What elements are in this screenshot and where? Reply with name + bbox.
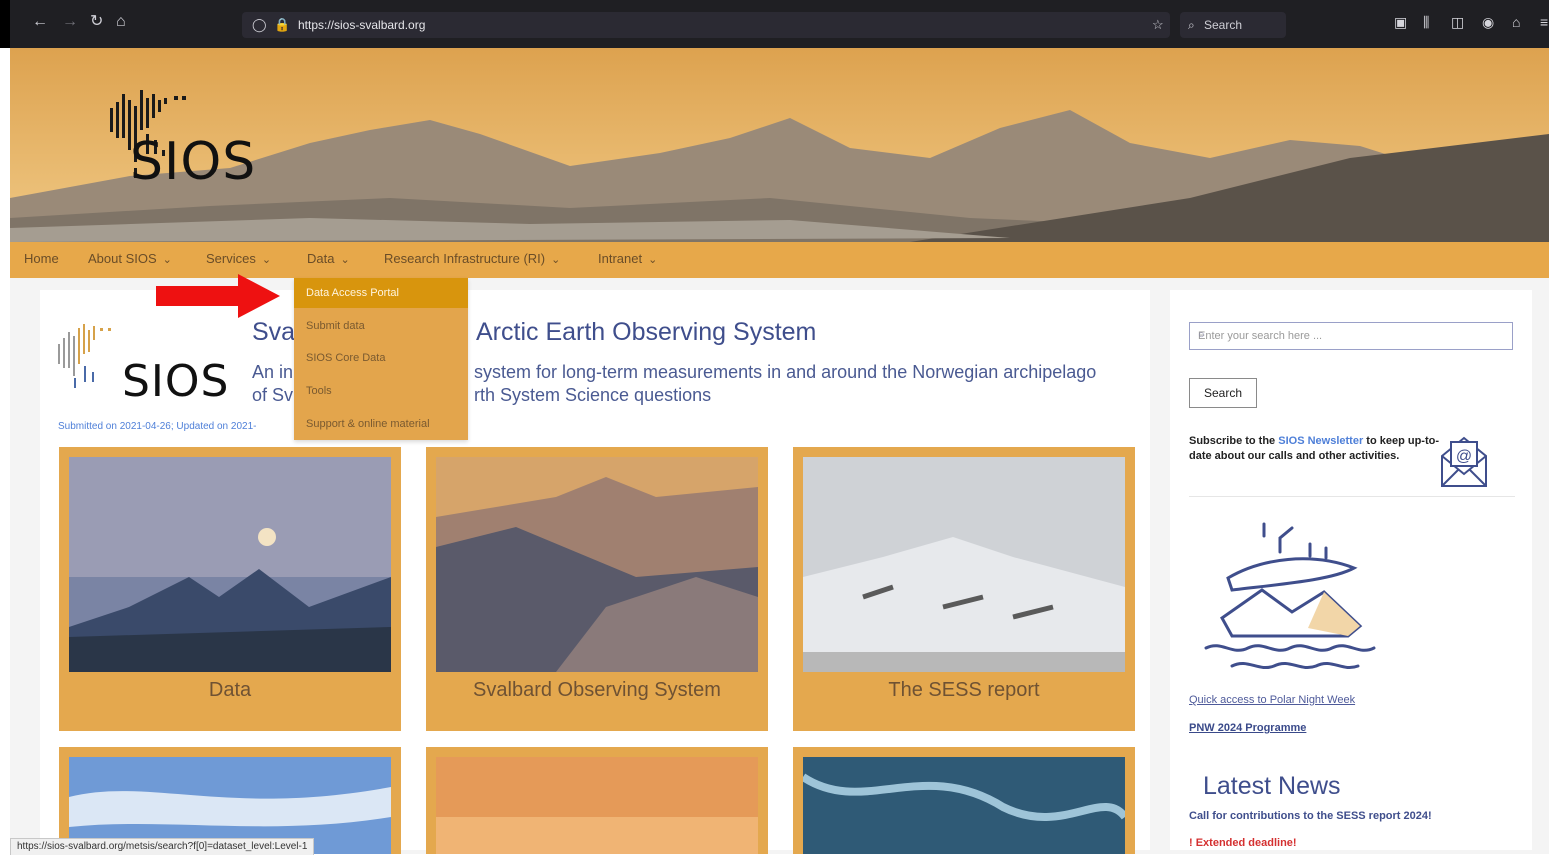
subtitle-line2-right: rth System Science questions: [474, 385, 712, 405]
svg-text:@: @: [1456, 448, 1472, 465]
sidebar-icon[interactable]: ◫: [1451, 15, 1464, 29]
pocket-icon[interactable]: ▣: [1394, 15, 1407, 29]
forward-icon[interactable]: →: [62, 14, 78, 30]
nav-item-data[interactable]: Data ⌄: [307, 251, 350, 266]
header-banner: SIOS: [10, 48, 1549, 242]
tile-image: [436, 457, 758, 672]
polar-night-week-link[interactable]: Quick access to Polar Night Week: [1189, 694, 1355, 706]
pnw-programme-link[interactable]: PNW 2024 Programme: [1189, 722, 1306, 734]
nav-label: Intranet: [598, 251, 643, 266]
subtitle-line1-left: An in: [252, 362, 294, 382]
latest-news-heading: Latest News: [1203, 772, 1341, 800]
newsletter-pre: Subscribe to the: [1189, 435, 1279, 447]
dropdown-item-support[interactable]: Support & online material: [306, 418, 430, 430]
tile-image: [436, 757, 758, 854]
tile-svalbard-observing-system[interactable]: Svalbard Observing System: [426, 447, 768, 731]
back-icon[interactable]: ←: [32, 14, 48, 30]
newsletter-link[interactable]: SIOS Newsletter: [1278, 435, 1363, 447]
dropdown-item-data-access-portal[interactable]: Data Access Portal: [294, 278, 468, 308]
sios-content-logo-mark: [58, 324, 111, 388]
submitted-date: Submitted on 2021-04-26; Updated on 2021…: [58, 421, 257, 432]
nav-item-about[interactable]: About SIOS ⌄: [88, 251, 172, 266]
nav-label: Home: [24, 251, 59, 266]
tile-label: Svalbard Observing System: [473, 679, 721, 701]
status-bar-url: https://sios-svalbard.org/metsis/search?…: [10, 838, 315, 855]
tile-label: The SESS report: [888, 679, 1040, 701]
tile-label: Data: [208, 679, 252, 701]
search-icon: ○: [1198, 329, 1205, 341]
tile-data[interactable]: Data: [59, 447, 401, 731]
home-icon[interactable]: ⌂: [116, 14, 126, 30]
nav-label: Data: [307, 251, 335, 266]
star-icon[interactable]: ☆: [1152, 17, 1164, 33]
sidebar-search-button[interactable]: Search: [1189, 378, 1257, 408]
news-item-link[interactable]: Call for contributions to the SESS repor…: [1189, 810, 1432, 822]
extensions-icon[interactable]: ⌂: [1512, 15, 1520, 29]
shield-icon[interactable]: ◯: [252, 17, 267, 33]
account-icon[interactable]: ◉: [1482, 15, 1494, 29]
tile-image: [803, 757, 1125, 854]
lock-icon[interactable]: 🔒: [274, 17, 290, 33]
dropdown-item-tools[interactable]: Tools: [306, 385, 332, 397]
news-deadline: ! Extended deadline!: [1189, 837, 1297, 849]
chevron-down-icon: ⌄: [551, 254, 561, 266]
chevron-down-icon: ⌄: [162, 254, 172, 266]
annotation-arrow: [156, 274, 280, 318]
nav-item-home[interactable]: Home: [24, 251, 59, 266]
chevron-down-icon: ⌄: [340, 254, 350, 266]
subtitle-line2-left: of Sv: [252, 385, 294, 405]
menu-icon[interactable]: ≡: [1540, 15, 1548, 29]
site-logo-text: SIOS: [122, 356, 230, 407]
tile-row2-2[interactable]: [426, 747, 768, 854]
newsletter-text: Subscribe to the SIOS Newsletter to keep…: [1189, 434, 1439, 464]
tile-image: [803, 457, 1125, 672]
nav-item-research-infrastructure[interactable]: Research Infrastructure (RI) ⌄: [384, 251, 560, 266]
subtitle-line1-right: system for long-term measurements in and…: [474, 362, 1097, 382]
page-title-right: Arctic Earth Observing System: [476, 318, 817, 346]
ice-floe-illustration-icon[interactable]: [1192, 518, 1392, 678]
url-bar[interactable]: ◯ 🔒 https://sios-svalbard.org ☆: [242, 12, 1170, 38]
chevron-down-icon: ⌄: [261, 254, 272, 266]
nav-item-services[interactable]: Services ⌄: [206, 251, 271, 266]
dropdown-label: Data Access Portal: [306, 287, 399, 299]
dropdown-item-submit-data[interactable]: Submit data: [306, 320, 365, 332]
url-text[interactable]: https://sios-svalbard.org: [298, 18, 425, 32]
nav-item-intranet[interactable]: Intranet ⌄: [598, 251, 657, 266]
library-icon[interactable]: ⫼: [1423, 15, 1429, 29]
reload-icon[interactable]: ↻: [90, 14, 103, 30]
browser-search-input[interactable]: ⌕ Search: [1180, 12, 1286, 38]
tile-sess-report[interactable]: The SESS report: [793, 447, 1135, 731]
chevron-down-icon: ⌄: [648, 254, 658, 266]
tile-image: [69, 457, 391, 672]
browser-search-placeholder: Search: [1204, 18, 1243, 32]
search-icon: ⌕: [1188, 18, 1195, 32]
banner-logo-text: SIOS: [130, 132, 257, 192]
sidebar-divider: [1189, 496, 1515, 497]
tile-row2-3[interactable]: [793, 747, 1135, 854]
sidebar-search-input[interactable]: Enter your search here ... ○: [1189, 322, 1513, 350]
nav-label: Services: [206, 251, 256, 266]
browser-toolbar: ← → ↻ ⌂ ◯ 🔒 https://sios-svalbard.org ☆ …: [0, 0, 1549, 48]
page-title-left: Sva: [252, 318, 296, 346]
nav-label: Research Infrastructure (RI): [384, 251, 546, 266]
nav-label: About SIOS: [88, 251, 157, 266]
data-dropdown-menu: Data Access Portal Submit data SIOS Core…: [294, 278, 468, 440]
dropdown-item-sios-core-data[interactable]: SIOS Core Data: [306, 352, 385, 364]
envelope-at-icon[interactable]: @: [1438, 432, 1490, 490]
